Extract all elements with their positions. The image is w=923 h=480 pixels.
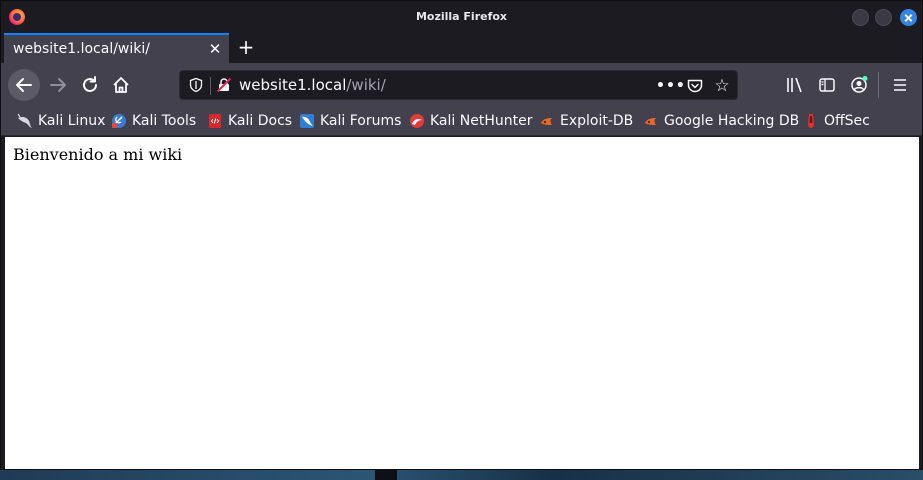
reload-icon	[83, 76, 97, 92]
bookmark-offsec[interactable]: OffSec	[803, 111, 870, 131]
pocket-shape	[687, 79, 703, 93]
window-title: Mozilla Firefox	[415, 10, 508, 23]
nethunter-icon	[410, 114, 424, 128]
arrow-left-icon	[16, 78, 32, 92]
tracking-protection-shield-icon[interactable]	[188, 77, 204, 93]
page-body-text: Bienvenido a mi wiki	[13, 145, 183, 164]
bookmarks-toolbar: Kali Linux Kali Tools Kali Docs Kali For…	[1, 106, 922, 136]
hamburger-menu-icon[interactable]	[889, 74, 911, 96]
bookmark-kali-nethunter[interactable]: Kali NetHunter	[409, 111, 532, 131]
firefox-window: Mozilla Firefox website1.local/wiki/ ✕ +	[0, 0, 923, 470]
maximize-button[interactable]	[875, 9, 892, 26]
kali-forums-icon	[300, 114, 314, 128]
reload-button[interactable]	[74, 69, 106, 101]
bookmark-label: Kali Docs	[228, 113, 293, 129]
sidebar-icon[interactable]	[816, 74, 838, 96]
forward-button[interactable]	[42, 69, 74, 101]
minimize-button[interactable]	[852, 9, 869, 26]
library-icon[interactable]	[784, 74, 806, 96]
tab-strip: website1.local/wiki/ ✕ +	[1, 33, 922, 64]
toolbar-divider	[878, 72, 879, 98]
arrow-right-icon	[50, 78, 66, 92]
tab-website1-wiki[interactable]: website1.local/wiki/ ✕	[4, 33, 229, 64]
exploit-db-icon	[541, 118, 552, 125]
bookmark-kali-docs[interactable]: Kali Docs	[207, 111, 292, 131]
bookmark-kali-forums[interactable]: Kali Forums	[299, 111, 401, 131]
offsec-icon	[808, 114, 814, 128]
bookmark-google-hacking-db[interactable]: Google Hacking DB	[643, 111, 799, 131]
title-bar[interactable]: Mozilla Firefox	[1, 1, 922, 33]
pocket-icon[interactable]	[685, 76, 705, 96]
home-icon	[113, 77, 129, 93]
insecure-lock-icon[interactable]	[216, 77, 232, 93]
url-text[interactable]: website1.local/wiki/	[239, 76, 386, 94]
page-actions-more-icon[interactable]: •••	[656, 76, 685, 96]
bookmark-label: Kali NetHunter	[430, 113, 533, 129]
close-window-button[interactable]	[900, 9, 917, 26]
page-content[interactable]: Bienvenido a mi wiki	[5, 137, 919, 469]
kali-dragon-icon	[17, 113, 32, 128]
bookmark-kali-tools[interactable]: Kali Tools	[111, 111, 196, 131]
url-bar[interactable]: website1.local/wiki/ ••• ☆	[179, 70, 738, 100]
url-path: /wiki/	[346, 76, 386, 94]
bookmark-kali-linux[interactable]: Kali Linux	[17, 111, 105, 131]
bookmark-label: Kali Tools	[132, 113, 197, 129]
bookmark-label: Kali Linux	[38, 113, 106, 129]
ghdb-icon	[645, 118, 656, 125]
kali-docs-icon	[209, 114, 221, 128]
home-button[interactable]	[105, 69, 137, 101]
urlbar-divider	[210, 77, 211, 95]
bookmark-star-icon[interactable]: ☆	[712, 76, 732, 96]
account-icon[interactable]	[848, 74, 870, 96]
tab-label: website1.local/wiki/	[13, 41, 150, 57]
bookmark-label: OffSec	[824, 113, 870, 129]
bookmark-label: Google Hacking DB	[664, 113, 800, 129]
kali-tools-icon	[112, 114, 126, 128]
bookmark-exploit-db[interactable]: Exploit-DB	[539, 111, 633, 131]
bookmark-label: Exploit-DB	[560, 113, 634, 129]
bookmark-label: Kali Forums	[320, 113, 402, 129]
close-tab-icon[interactable]: ✕	[207, 41, 223, 57]
back-button[interactable]	[8, 69, 40, 101]
url-host: website1.local	[239, 76, 347, 94]
new-tab-button[interactable]: +	[235, 37, 257, 59]
navigation-toolbar: website1.local/wiki/ ••• ☆	[1, 63, 922, 106]
